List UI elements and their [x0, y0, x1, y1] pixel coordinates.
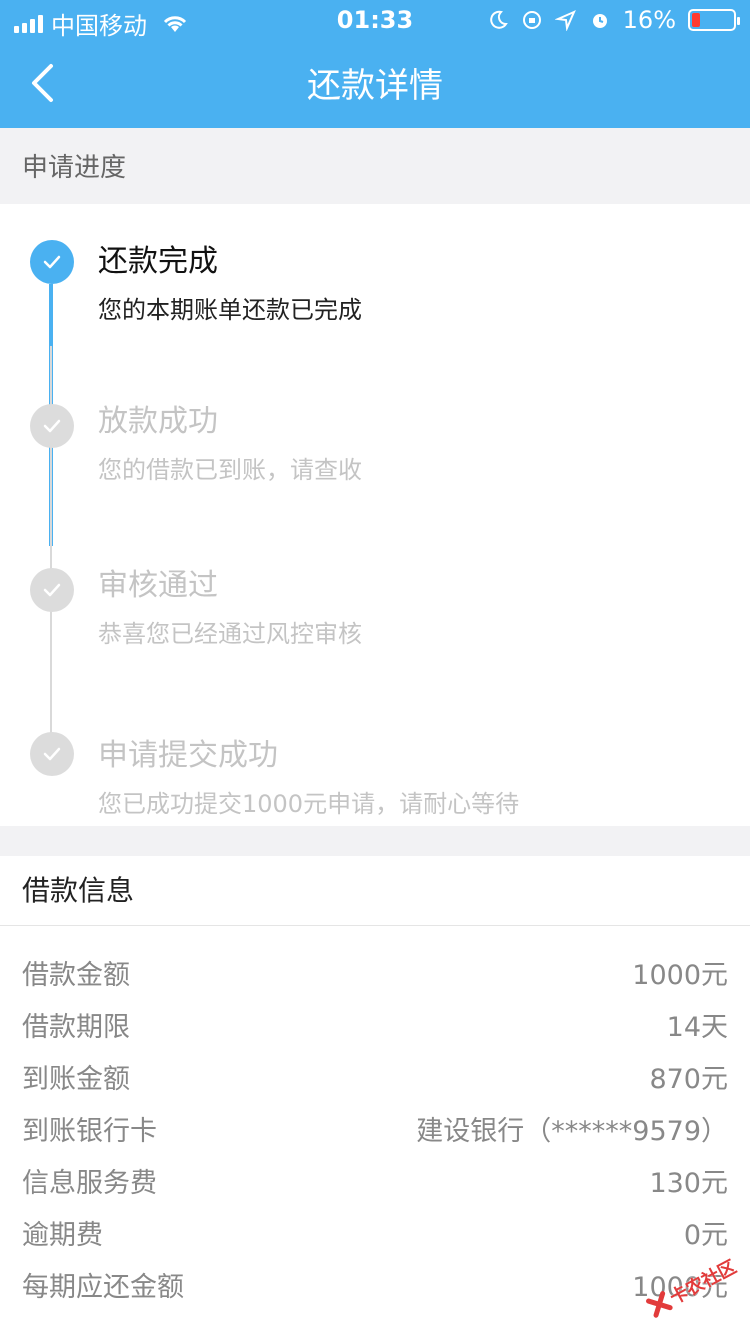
row-value: 建设银行（******9579） — [416, 1115, 728, 1147]
loan-row-bank-card: 到账银行卡 建设银行（******9579） — [0, 1102, 750, 1154]
row-value: 14天 — [666, 1011, 728, 1043]
check-icon — [30, 732, 74, 776]
loan-row-received: 到账金额 870元 — [0, 1050, 750, 1102]
battery-percent: 16% — [622, 6, 676, 34]
row-label: 借款期限 — [22, 1011, 130, 1043]
row-label: 逾期费 — [22, 1219, 103, 1251]
step-title: 放款成功 — [98, 404, 218, 439]
moon-icon — [489, 10, 508, 29]
loan-row-amount: 借款金额 1000元 — [0, 946, 750, 998]
progress-timeline: 还款完成 您的本期账单还款已完成 放款成功 您的借款已到账，请查收 审核通过 恭… — [0, 204, 750, 826]
status-right: 16% — [487, 6, 740, 34]
check-icon — [30, 568, 74, 612]
step-title: 审核通过 — [98, 568, 218, 603]
loan-row-term: 借款期限 14天 — [0, 998, 750, 1050]
loan-info-list: 借款金额 1000元 借款期限 14天 到账金额 870元 到账银行卡 建设银行… — [0, 926, 750, 1310]
location-icon — [554, 10, 576, 31]
check-icon — [30, 240, 74, 284]
row-label: 信息服务费 — [22, 1167, 157, 1199]
step-title: 申请提交成功 — [98, 738, 278, 773]
page-title: 还款详情 — [307, 66, 443, 106]
progress-section-label: 申请进度 — [0, 128, 750, 204]
row-label: 到账银行卡 — [22, 1115, 157, 1147]
check-icon — [30, 404, 74, 448]
alarm-icon — [592, 14, 607, 28]
step-desc: 您的借款已到账，请查收 — [98, 456, 362, 484]
loan-row-overdue-fee: 逾期费 0元 — [0, 1206, 750, 1258]
nav-bar: 还款详情 — [0, 40, 750, 128]
row-value: 1000元 — [632, 959, 728, 991]
loan-info-card: 借款信息 借款金额 1000元 借款期限 14天 到账金额 870元 到账银行卡… — [0, 856, 750, 1334]
step-desc: 您的本期账单还款已完成 — [98, 296, 362, 324]
loan-info-title: 借款信息 — [0, 856, 750, 926]
row-label: 借款金额 — [22, 959, 130, 991]
row-label: 每期应还金额 — [22, 1271, 184, 1303]
loan-row-service-fee: 信息服务费 130元 — [0, 1154, 750, 1206]
step-title: 还款完成 — [98, 244, 218, 279]
step-desc: 您已成功提交1000元申请，请耐心等待 — [98, 790, 520, 818]
status-bar: 中国移动 01:33 16% — [0, 0, 750, 40]
rotation-lock-icon — [522, 11, 541, 29]
row-label: 到账金额 — [22, 1063, 130, 1095]
step-desc: 恭喜您已经通过风控审核 — [98, 620, 362, 648]
app-header: 中国移动 01:33 16% 还款详情 — [0, 0, 750, 128]
row-value: 130元 — [649, 1167, 728, 1199]
row-value: 870元 — [649, 1063, 728, 1095]
battery-icon — [688, 9, 740, 31]
